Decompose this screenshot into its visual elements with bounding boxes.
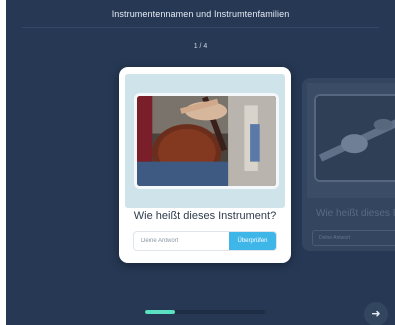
- page-title: Instrumentennamen und Instrumtenfamilien: [111, 9, 290, 19]
- next-answer-placeholder: Deine Antwort: [319, 235, 351, 241]
- next-button[interactable]: ➜: [364, 302, 388, 325]
- next-instrument-photo: [314, 94, 395, 182]
- instrument-photo-graphic: [137, 96, 276, 186]
- question-counter: 1 / 4: [193, 43, 208, 50]
- next-question-text: Wie heißt dieses In: [316, 208, 395, 219]
- next-question-card[interactable]: Wie heißt dieses In Deine Antwort: [302, 78, 395, 251]
- quiz-app: Instrumentennamen und Instrumtenfamilien…: [6, 0, 395, 325]
- progress-bar-fill: [145, 310, 175, 314]
- header-divider: [22, 27, 379, 28]
- answer-row: Überprüfen: [133, 231, 277, 251]
- question-card: Wie heißt dieses Instrument? Überprüfen: [119, 67, 291, 263]
- answer-input[interactable]: [134, 232, 231, 250]
- arrow-right-icon: ➜: [371, 308, 381, 320]
- next-answer-field: Deine Antwort: [312, 230, 395, 246]
- progress-bar: [145, 310, 265, 314]
- next-instrument-photo-graphic: [316, 96, 395, 180]
- check-button[interactable]: Überprüfen: [229, 232, 276, 250]
- instrument-photo: [134, 93, 279, 189]
- question-text: Wie heißt dieses Instrument?: [133, 210, 277, 222]
